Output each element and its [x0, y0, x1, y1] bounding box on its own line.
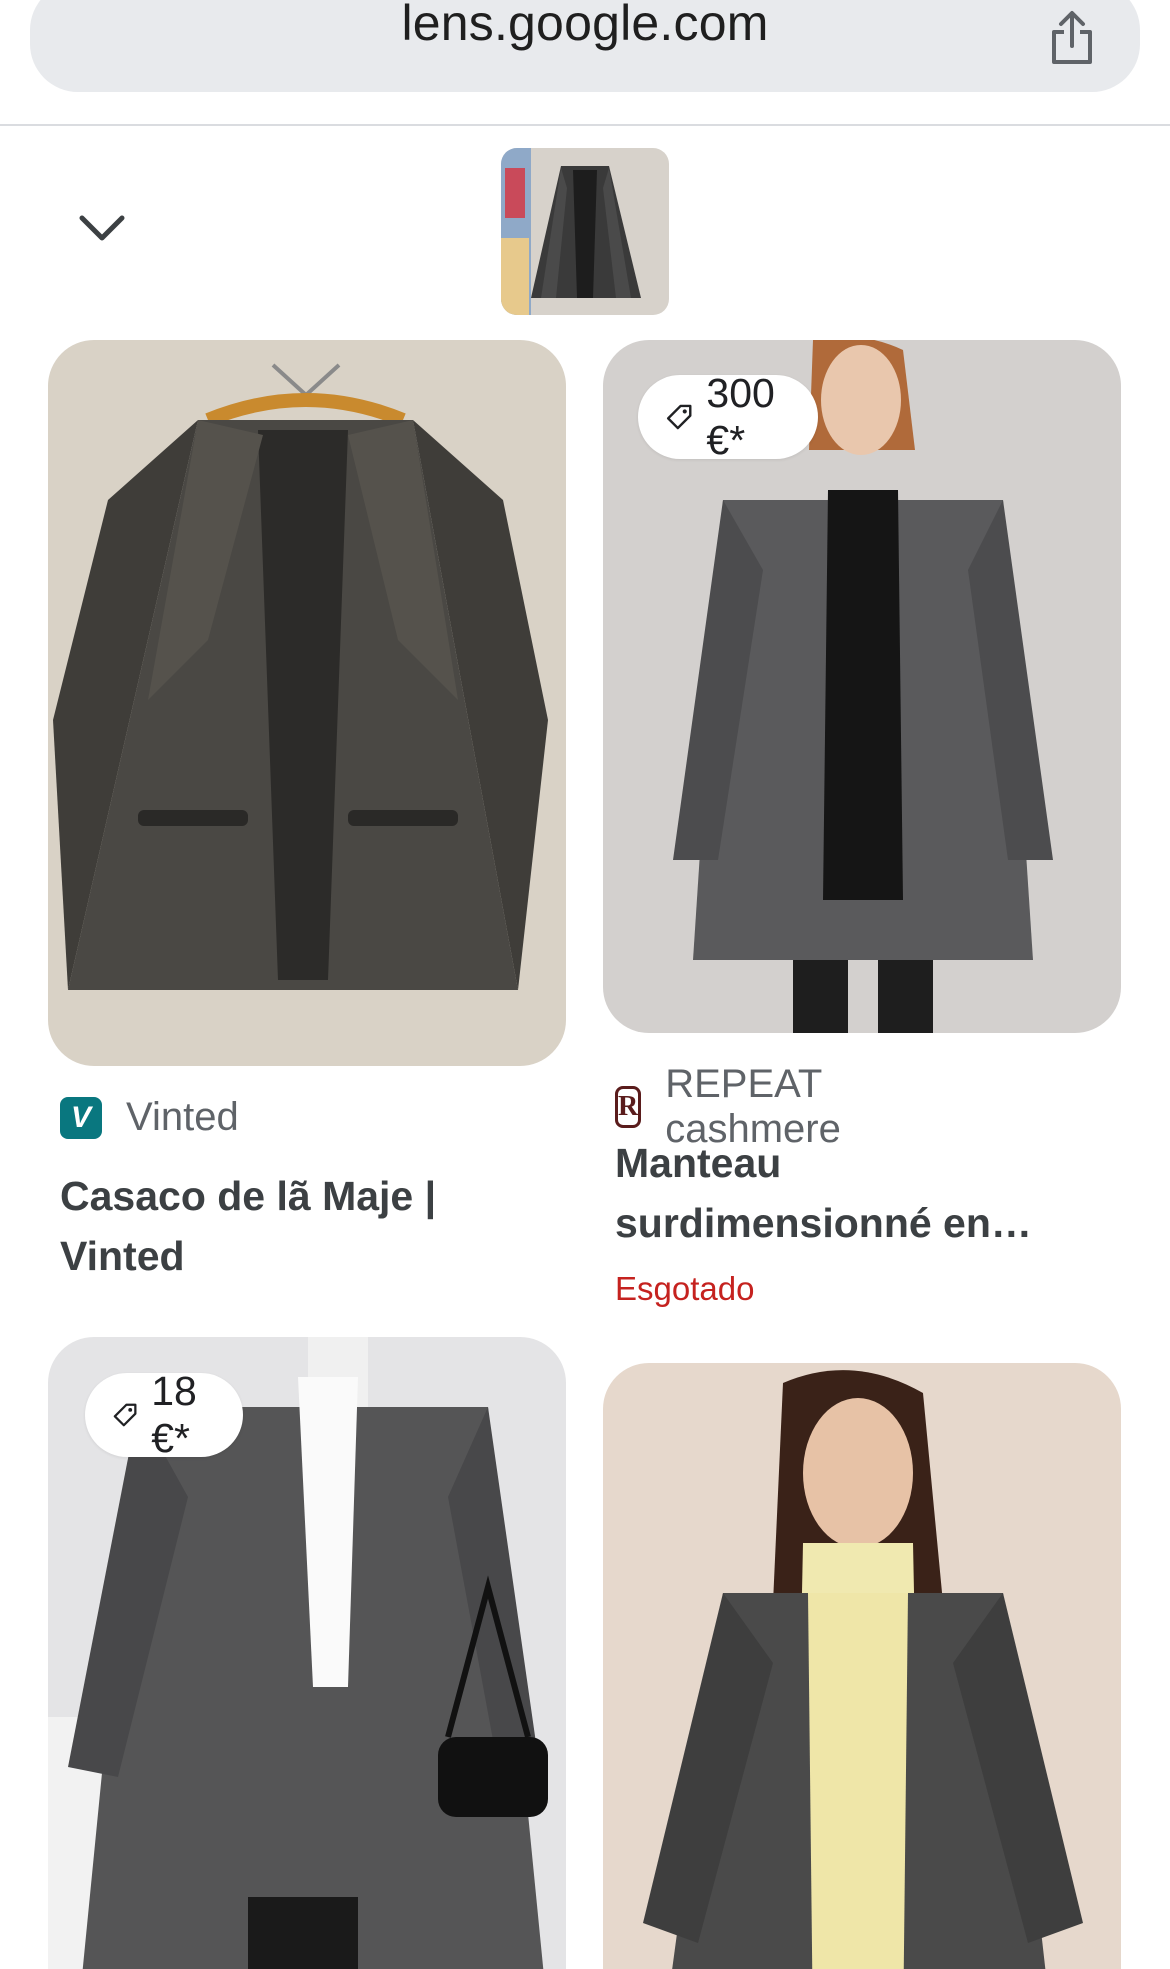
repeat-cashmere-logo-icon: R	[615, 1086, 642, 1128]
source-name: Vinted	[126, 1095, 239, 1139]
chevron-down-icon	[79, 215, 125, 241]
collapse-button[interactable]	[72, 205, 132, 255]
url-text[interactable]: lens.google.com	[30, 0, 1140, 52]
price-text: 18 €*	[151, 1368, 197, 1461]
lens-results-page: lens.google.com V Vinted Casaco de lã Ma…	[0, 0, 1170, 1969]
price-chip: 18 €*	[85, 1368, 243, 1461]
coat-hanging-image	[501, 148, 669, 315]
share-icon	[1052, 11, 1092, 64]
result-title[interactable]: Casaco de lã Maje | Vinted	[60, 1166, 540, 1286]
address-bar[interactable]: lens.google.com	[30, 0, 1140, 92]
price-chip: 300 €*	[638, 370, 819, 463]
price-text: 300 €*	[706, 370, 775, 463]
vinted-logo-icon: V	[60, 1096, 102, 1139]
result-image[interactable]	[48, 340, 566, 1066]
result-image[interactable]	[603, 1363, 1121, 1969]
availability-status: Esgotado	[615, 1270, 755, 1307]
result-title[interactable]: Manteau surdimensionné en…	[615, 1133, 1055, 1253]
price-tag-icon	[666, 404, 692, 430]
price-tag-icon	[113, 1403, 137, 1427]
source-row[interactable]: V Vinted	[60, 1095, 239, 1140]
toolbar-divider	[0, 124, 1170, 126]
share-button[interactable]	[1042, 8, 1102, 68]
query-image-thumbnail[interactable]	[501, 148, 669, 315]
